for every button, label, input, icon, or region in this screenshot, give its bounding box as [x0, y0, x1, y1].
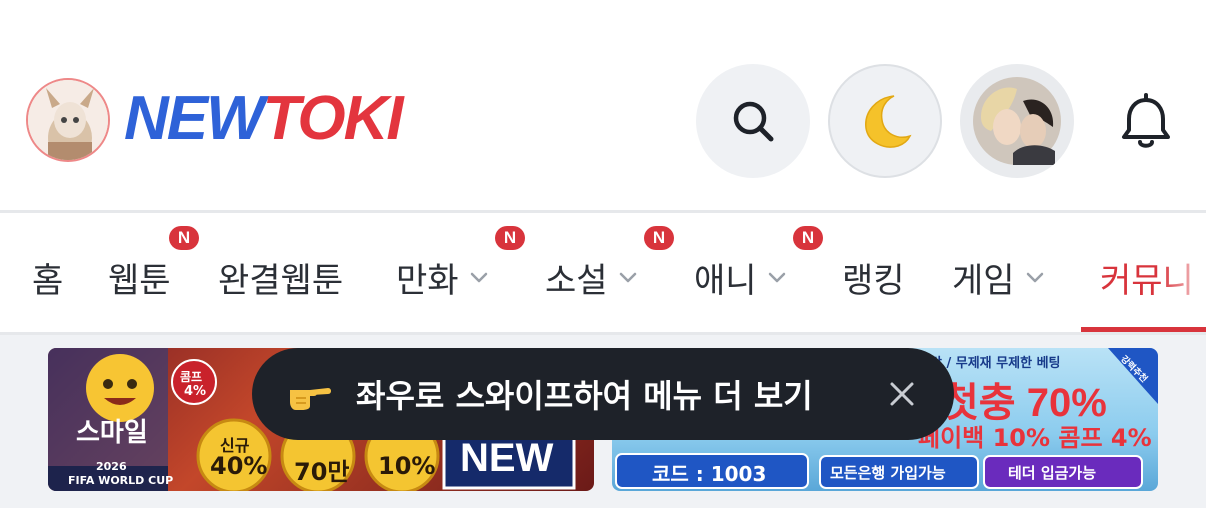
theme-toggle-button[interactable]	[828, 64, 942, 178]
nav-label: 홈	[32, 260, 64, 301]
search-button[interactable]	[696, 64, 810, 178]
close-icon[interactable]	[888, 380, 916, 408]
nav-item-webtoon[interactable]: 웹툰	[108, 247, 171, 307]
nav-item-completed-webtoon[interactable]: 완결웹툰	[218, 247, 343, 307]
banner-top-text: 당 / 무제재 무제한 베팅	[930, 356, 1061, 371]
nav-label: 랭킹	[842, 260, 905, 301]
pointing-hand-icon	[290, 388, 331, 410]
nav-label: 웹툰	[108, 260, 171, 301]
nav-label: 소설	[545, 260, 608, 301]
chevron-down-icon	[1026, 272, 1043, 283]
nav-label: 완결웹툰	[218, 260, 344, 301]
nav-scroll-fade	[1160, 233, 1206, 323]
nav-item-ranking[interactable]: 랭킹	[842, 247, 905, 307]
banner-new: NEW	[460, 436, 554, 480]
new-badge: N	[793, 226, 823, 250]
logo-avatar[interactable]	[26, 78, 110, 162]
top-header: NEWTOKI	[0, 0, 1206, 212]
nav-label: 애니	[694, 260, 757, 301]
profile-button[interactable]	[960, 64, 1074, 178]
logo-new: NEW	[124, 84, 265, 153]
search-icon	[733, 101, 774, 142]
coin-value: 40%	[210, 452, 268, 480]
banner-code: 코드 : 1003	[652, 462, 767, 486]
profile-avatar	[973, 77, 1061, 165]
logo-toki: TOKI	[262, 84, 404, 153]
banner-year: 2026	[96, 460, 127, 473]
banner-button-bank: 모든은행 가입가능	[830, 464, 946, 482]
banner-subline: 페이백 10% 콤프 4%	[918, 424, 1152, 452]
chevron-down-icon	[470, 272, 487, 283]
new-badge: N	[644, 226, 674, 250]
toast-message: 좌우로 스와이프하여 메뉴 더 보기	[356, 377, 813, 415]
category-nav[interactable]: 홈 웹툰 N 완결웹툰 만화 N 소설 N 애니 N 랭킹 게임 커뮤니	[0, 213, 1206, 333]
banner-button-tether: 테더 입금가능	[1008, 464, 1097, 482]
banner-comp: 콤프	[180, 370, 203, 384]
coin-value: 10%	[378, 452, 436, 480]
nav-item-home[interactable]: 홈	[32, 247, 63, 307]
nav-item-anime[interactable]: 애니	[694, 247, 787, 307]
nav-label: 게임	[952, 260, 1015, 301]
site-logo[interactable]: NEWTOKI	[124, 84, 404, 154]
coin-value: 70만	[294, 458, 350, 486]
crescent-moon-icon	[865, 95, 912, 148]
new-badge: N	[169, 226, 199, 250]
nav-item-game[interactable]: 게임	[952, 247, 1045, 307]
chevron-down-icon	[768, 272, 785, 283]
nav-label: 만화	[396, 260, 459, 301]
banner-brand: 스마일	[76, 418, 148, 448]
nav-item-manga[interactable]: 만화	[396, 247, 489, 307]
new-badge: N	[495, 226, 525, 250]
chevron-down-icon	[619, 272, 636, 283]
banner-event: FIFA WORLD CUP	[68, 474, 174, 487]
banner-comp-pct: 4%	[184, 384, 207, 399]
bell-icon[interactable]	[1118, 92, 1174, 152]
nav-item-novel[interactable]: 소설	[545, 247, 638, 307]
swipe-hint-toast: 좌우로 스와이프하여 메뉴 더 보기	[252, 348, 954, 440]
